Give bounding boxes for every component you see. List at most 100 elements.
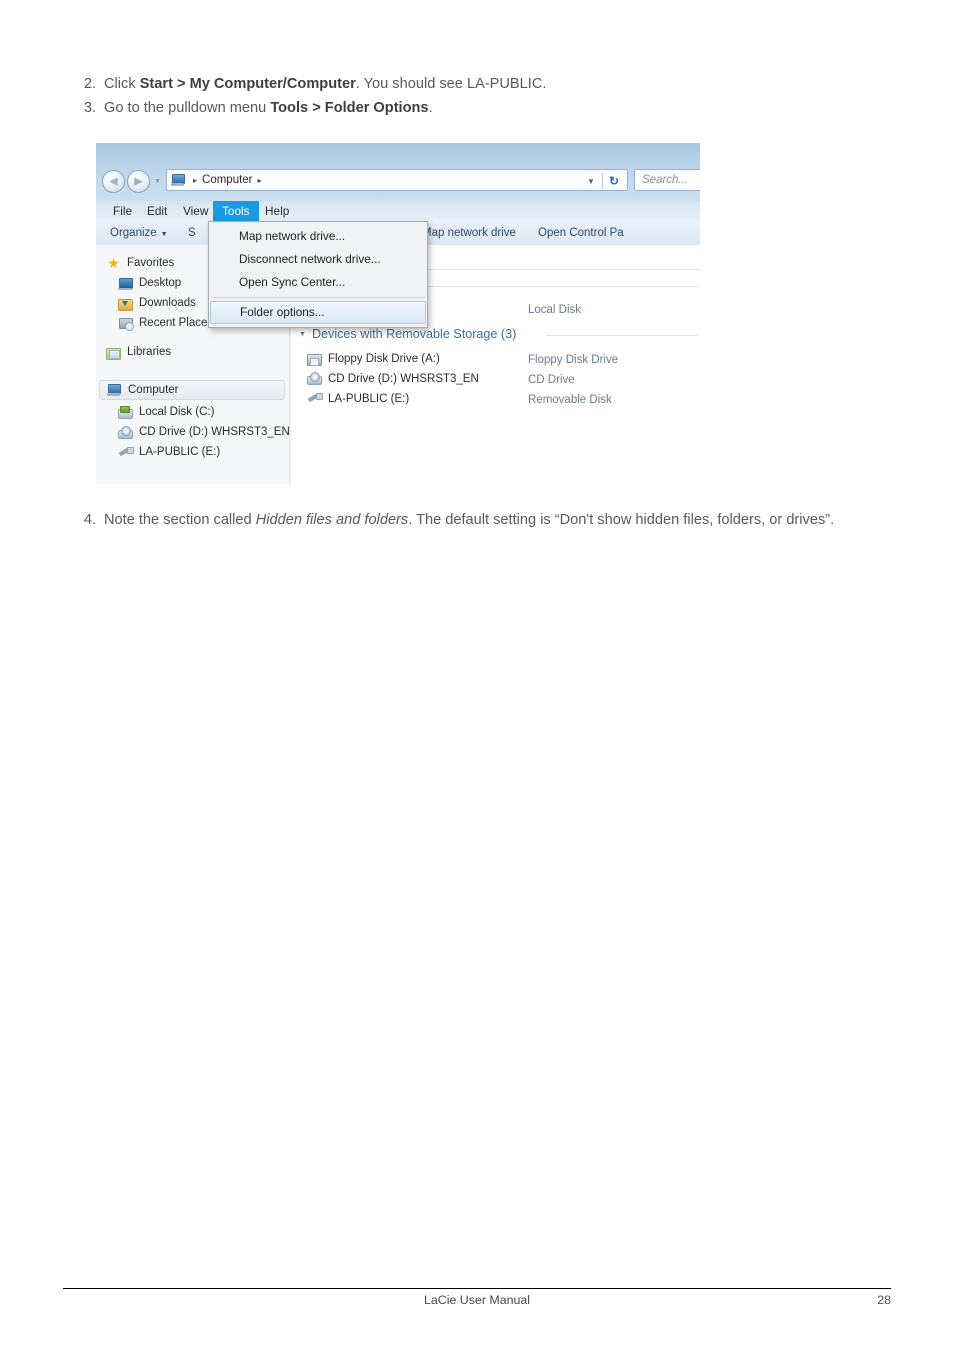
step-text-part: . You should see LA-PUBLIC. <box>355 76 547 92</box>
menu-item-file[interactable]: File <box>104 201 141 221</box>
sidebar-item-label: Local Disk (C:) <box>139 406 215 418</box>
breadcrumb-separator-icon: ▸ <box>193 175 198 185</box>
list-item[interactable]: LA-PUBLIC (E:) <box>307 392 409 405</box>
menu-item-tools[interactable]: Tools <box>213 201 259 221</box>
explorer-screenshot-figure: ◀ ▶ ▼ ▸ Computer ▸ ▼ ↻ Search... File Ed… <box>96 143 700 484</box>
sidebar-item-downloads[interactable]: Downloads <box>118 293 196 313</box>
search-placeholder: Search... <box>642 174 689 186</box>
sidebar-item-la-public-e[interactable]: LA-PUBLIC (E:) <box>118 442 220 462</box>
usb-drive-icon <box>118 446 134 459</box>
list-item: 3. Go to the pulldown menu Tools > Folde… <box>72 96 882 120</box>
recent-places-icon <box>118 317 134 331</box>
menu-item-view[interactable]: View <box>174 201 217 221</box>
libraries-icon <box>106 346 121 360</box>
instruction-steps-top: 2. Click Start > My Computer/Computer. Y… <box>72 72 882 120</box>
sidebar-item-desktop[interactable]: Desktop <box>118 273 181 293</box>
computer-icon <box>171 174 185 186</box>
sidebar-item-label: Downloads <box>139 297 196 309</box>
list-item-label: Floppy Disk Drive (A:) <box>328 352 440 365</box>
triangle-collapse-icon[interactable]: ▼ <box>299 331 306 338</box>
step-text-part: Note the section called <box>104 512 256 528</box>
menu-option-folder-options[interactable]: Folder options... <box>210 301 426 324</box>
sidebar-item-label: Libraries <box>127 346 172 358</box>
step-text: Note the section called Hidden files and… <box>104 508 892 532</box>
toolbar-system-properties-button[interactable]: S <box>188 221 196 245</box>
toolbar-map-network-drive-button[interactable]: Map network drive <box>422 221 516 245</box>
explorer-title-area: ◀ ▶ ▼ ▸ Computer ▸ ▼ ↻ Search... <box>96 143 700 201</box>
breadcrumb-computer[interactable]: Computer <box>202 174 253 186</box>
step-text-part: . <box>428 100 433 116</box>
sidebar-item-label: Favorites <box>127 257 175 269</box>
list-item-type: Local Disk <box>528 304 582 316</box>
toolbar-organize-button[interactable]: Organize ▼ <box>110 221 168 245</box>
desktop-icon <box>118 277 133 290</box>
refresh-icon[interactable]: ↻ <box>603 174 625 188</box>
menu-option-open-sync-center[interactable]: Open Sync Center... <box>209 271 427 294</box>
address-bar[interactable]: ▸ Computer ▸ ▼ ↻ <box>166 169 628 191</box>
step-text-bold: Tools > Folder Options <box>270 100 429 116</box>
address-bar-controls: ▼ ↻ <box>580 172 625 190</box>
menu-item-help[interactable]: Help <box>256 201 298 221</box>
tools-dropdown-menu: Map network drive... Disconnect network … <box>208 221 428 328</box>
list-item-type: CD Drive <box>528 374 575 386</box>
sidebar-item-label: Desktop <box>139 277 182 289</box>
footer-page-number: 28 <box>877 1293 891 1307</box>
sidebar-item-label: CD Drive (D:) WHSRST3_EN <box>139 426 290 438</box>
group-header-removable-storage[interactable]: ▼ Devices with Removable Storage (3) <box>299 327 516 341</box>
sidebar-item-label: LA-PUBLIC (E:) <box>139 446 221 458</box>
computer-icon <box>107 383 122 397</box>
downloads-icon <box>118 297 133 311</box>
floppy-disk-icon <box>307 352 322 366</box>
menu-option-disconnect-network-drive[interactable]: Disconnect network drive... <box>209 248 427 271</box>
step-number: 2. <box>83 76 96 92</box>
step-text-part: Go to the pulldown menu <box>104 100 271 116</box>
list-item: 2. Click Start > My Computer/Computer. Y… <box>72 72 882 96</box>
step-number: 4. <box>83 512 96 528</box>
list-item-type: Removable Disk <box>528 394 612 406</box>
list-item-label: LA-PUBLIC (E:) <box>328 392 410 405</box>
list-item[interactable]: Floppy Disk Drive (A:) <box>307 352 440 366</box>
back-arrow-icon: ◀ <box>109 175 118 187</box>
step-text: Go to the pulldown menu Tools > Folder O… <box>104 96 882 120</box>
star-icon: ★ <box>107 254 120 271</box>
breadcrumb-separator-icon[interactable]: ▸ <box>258 176 262 185</box>
sidebar-item-local-disk-c[interactable]: Local Disk (C:) <box>118 402 214 422</box>
toolbar-open-control-panel-button[interactable]: Open Control Pa <box>538 221 624 245</box>
list-item[interactable]: CD Drive (D:) WHSRST3_EN <box>307 372 479 385</box>
sidebar-item-label: Recent Places <box>139 317 214 329</box>
step-text-bold: Start > My Computer/Computer <box>139 76 356 92</box>
cd-drive-icon <box>118 425 133 439</box>
step-text-italic: Hidden files and folders <box>255 512 409 528</box>
instruction-steps-bottom: 4. Note the section called Hidden files … <box>72 508 892 532</box>
step-text: Click Start > My Computer/Computer. You … <box>104 72 882 96</box>
footer-divider <box>63 1288 891 1289</box>
navigation-buttons: ◀ ▶ ▼ <box>102 170 165 193</box>
group-divider <box>419 286 699 287</box>
back-button[interactable]: ◀ <box>102 170 125 193</box>
step-text-part: Click <box>104 76 140 92</box>
sidebar-item-computer[interactable]: Computer <box>99 380 285 400</box>
menu-item-edit[interactable]: Edit <box>138 201 176 221</box>
chevron-down-icon[interactable]: ▼ <box>580 177 602 186</box>
sidebar-item-cd-drive-d[interactable]: CD Drive (D:) WHSRST3_EN <box>118 422 290 442</box>
menu-bar: File Edit View Tools Help <box>96 201 700 222</box>
sidebar-item-libraries[interactable]: Libraries <box>106 342 171 362</box>
forward-arrow-icon: ▶ <box>134 175 143 187</box>
history-dropdown-icon[interactable]: ▼ <box>154 178 161 185</box>
step-text-part: . The default setting is “Don't show hid… <box>408 512 835 528</box>
list-item: 4. Note the section called Hidden files … <box>72 508 892 532</box>
sidebar-item-favorites[interactable]: ★ Favorites <box>106 253 174 273</box>
search-input[interactable]: Search... <box>634 169 700 191</box>
usb-drive-icon <box>307 392 323 405</box>
hard-disk-icon <box>118 405 133 419</box>
forward-button[interactable]: ▶ <box>127 170 150 193</box>
footer-title: LaCie User Manual <box>423 1293 531 1307</box>
group-divider <box>546 335 698 336</box>
menu-option-map-network-drive[interactable]: Map network drive... <box>209 225 427 248</box>
toolbar-organize-label: Organize <box>110 227 157 239</box>
sidebar-item-label: Computer <box>128 384 179 396</box>
sidebar-item-recent-places[interactable]: Recent Places <box>118 313 213 333</box>
step-number: 3. <box>83 100 96 116</box>
list-item-type: Floppy Disk Drive <box>528 354 619 366</box>
menu-separator <box>211 297 425 298</box>
